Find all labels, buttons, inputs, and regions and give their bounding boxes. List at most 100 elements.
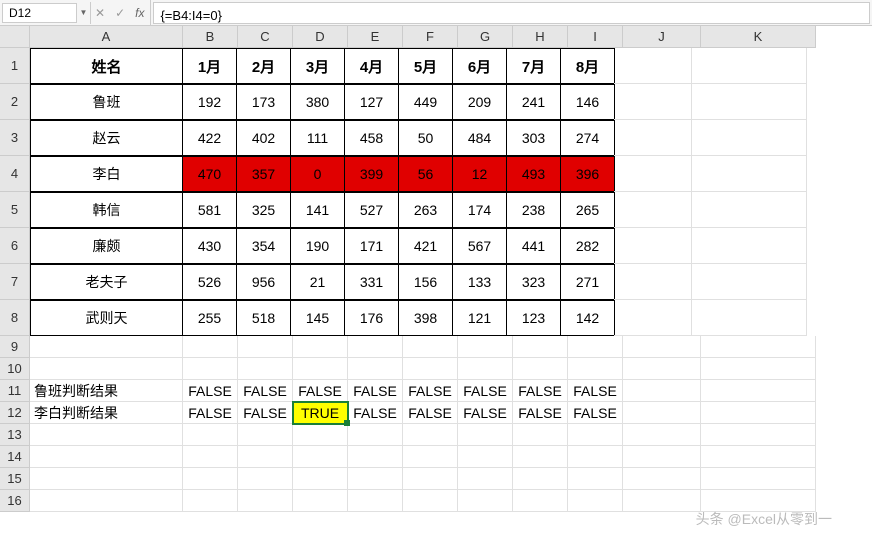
cell-E7[interactable]: 331 xyxy=(344,264,399,300)
cell-B6[interactable]: 430 xyxy=(182,228,237,264)
cell-F16[interactable] xyxy=(403,490,458,512)
cell-F15[interactable] xyxy=(403,468,458,490)
cell-H15[interactable] xyxy=(513,468,568,490)
row-header-16[interactable]: 16 xyxy=(0,490,30,512)
cell-E6[interactable]: 171 xyxy=(344,228,399,264)
cell-J2[interactable] xyxy=(614,84,692,120)
cell-A12[interactable]: 李白判断结果 xyxy=(30,402,183,424)
col-header-B[interactable]: B xyxy=(183,26,238,48)
cell-K5[interactable] xyxy=(692,192,807,228)
cell-J12[interactable] xyxy=(623,402,701,424)
cell-F8[interactable]: 398 xyxy=(398,300,453,336)
cell-I5[interactable]: 265 xyxy=(560,192,615,228)
col-header-F[interactable]: F xyxy=(403,26,458,48)
cell-G3[interactable]: 484 xyxy=(452,120,507,156)
row-header-5[interactable]: 5 xyxy=(0,192,30,228)
cell-A1[interactable]: 姓名 xyxy=(30,48,183,84)
cell-J5[interactable] xyxy=(614,192,692,228)
cell-A7[interactable]: 老夫子 xyxy=(30,264,183,300)
cell-E16[interactable] xyxy=(348,490,403,512)
cell-H11[interactable]: FALSE xyxy=(513,380,568,402)
cell-C10[interactable] xyxy=(238,358,293,380)
cell-I3[interactable]: 274 xyxy=(560,120,615,156)
cell-K10[interactable] xyxy=(701,358,816,380)
cell-I7[interactable]: 271 xyxy=(560,264,615,300)
cell-H14[interactable] xyxy=(513,446,568,468)
cell-C6[interactable]: 354 xyxy=(236,228,291,264)
cell-H10[interactable] xyxy=(513,358,568,380)
row-header-3[interactable]: 3 xyxy=(0,120,30,156)
cell-F6[interactable]: 421 xyxy=(398,228,453,264)
cell-D8[interactable]: 145 xyxy=(290,300,345,336)
cell-D9[interactable] xyxy=(293,336,348,358)
row-header-15[interactable]: 15 xyxy=(0,468,30,490)
cell-G11[interactable]: FALSE xyxy=(458,380,513,402)
col-header-H[interactable]: H xyxy=(513,26,568,48)
cell-J9[interactable] xyxy=(623,336,701,358)
cell-E8[interactable]: 176 xyxy=(344,300,399,336)
cell-C12[interactable]: FALSE xyxy=(238,402,293,424)
row-header-7[interactable]: 7 xyxy=(0,264,30,300)
select-all-corner[interactable] xyxy=(0,26,30,48)
cell-F7[interactable]: 156 xyxy=(398,264,453,300)
col-header-C[interactable]: C xyxy=(238,26,293,48)
cell-G2[interactable]: 209 xyxy=(452,84,507,120)
cell-C1[interactable]: 2月 xyxy=(236,48,291,84)
cell-B12[interactable]: FALSE xyxy=(183,402,238,424)
cell-F2[interactable]: 449 xyxy=(398,84,453,120)
cell-G10[interactable] xyxy=(458,358,513,380)
cell-K7[interactable] xyxy=(692,264,807,300)
cell-D11[interactable]: FALSE xyxy=(293,380,348,402)
cell-E12[interactable]: FALSE xyxy=(348,402,403,424)
cell-C14[interactable] xyxy=(238,446,293,468)
cell-C15[interactable] xyxy=(238,468,293,490)
cell-C9[interactable] xyxy=(238,336,293,358)
cell-B8[interactable]: 255 xyxy=(182,300,237,336)
cell-C16[interactable] xyxy=(238,490,293,512)
cell-J1[interactable] xyxy=(614,48,692,84)
cell-K4[interactable] xyxy=(692,156,807,192)
cell-G7[interactable]: 133 xyxy=(452,264,507,300)
row-header-10[interactable]: 10 xyxy=(0,358,30,380)
row-header-4[interactable]: 4 xyxy=(0,156,30,192)
cell-B2[interactable]: 192 xyxy=(182,84,237,120)
cell-B4[interactable]: 470 xyxy=(182,156,237,192)
cell-K13[interactable] xyxy=(701,424,816,446)
cell-G6[interactable]: 567 xyxy=(452,228,507,264)
cell-C4[interactable]: 357 xyxy=(236,156,291,192)
cell-G8[interactable]: 121 xyxy=(452,300,507,336)
cell-C2[interactable]: 173 xyxy=(236,84,291,120)
col-header-K[interactable]: K xyxy=(701,26,816,48)
cell-J15[interactable] xyxy=(623,468,701,490)
cell-D2[interactable]: 380 xyxy=(290,84,345,120)
cell-G9[interactable] xyxy=(458,336,513,358)
cell-B13[interactable] xyxy=(183,424,238,446)
cell-H5[interactable]: 238 xyxy=(506,192,561,228)
row-header-13[interactable]: 13 xyxy=(0,424,30,446)
cell-F5[interactable]: 263 xyxy=(398,192,453,228)
cell-E9[interactable] xyxy=(348,336,403,358)
col-header-I[interactable]: I xyxy=(568,26,623,48)
cell-A10[interactable] xyxy=(30,358,183,380)
col-header-J[interactable]: J xyxy=(623,26,701,48)
col-header-G[interactable]: G xyxy=(458,26,513,48)
cell-J16[interactable] xyxy=(623,490,701,512)
cell-H4[interactable]: 493 xyxy=(506,156,561,192)
cell-D13[interactable] xyxy=(293,424,348,446)
row-header-11[interactable]: 11 xyxy=(0,380,30,402)
cell-D4[interactable]: 0 xyxy=(290,156,345,192)
cell-G4[interactable]: 12 xyxy=(452,156,507,192)
formula-input[interactable]: {=B4:I4=0} xyxy=(153,2,870,24)
cell-H8[interactable]: 123 xyxy=(506,300,561,336)
fill-handle[interactable] xyxy=(344,420,350,426)
cell-B5[interactable]: 581 xyxy=(182,192,237,228)
cell-J6[interactable] xyxy=(614,228,692,264)
cell-A6[interactable]: 廉颇 xyxy=(30,228,183,264)
cell-E3[interactable]: 458 xyxy=(344,120,399,156)
cell-J13[interactable] xyxy=(623,424,701,446)
cell-A9[interactable] xyxy=(30,336,183,358)
row-header-6[interactable]: 6 xyxy=(0,228,30,264)
cell-I15[interactable] xyxy=(568,468,623,490)
cell-F13[interactable] xyxy=(403,424,458,446)
cell-A16[interactable] xyxy=(30,490,183,512)
